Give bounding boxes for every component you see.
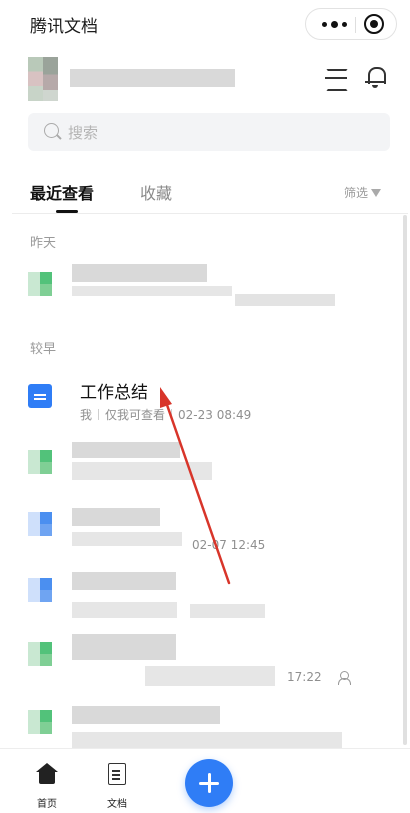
more-icon[interactable] — [316, 9, 352, 39]
user-row — [0, 55, 410, 105]
blurred-meta — [235, 294, 335, 306]
search-icon — [44, 123, 59, 138]
doc-title: 工作总结 — [80, 383, 148, 403]
blurred-username — [70, 69, 235, 87]
doc-icon — [28, 710, 52, 734]
tabs-divider — [12, 213, 408, 214]
capsule-divider — [355, 17, 356, 33]
tab-docs-label: 文档 — [107, 799, 127, 810]
tab-home-label: 首页 — [37, 799, 57, 810]
home-icon — [36, 763, 58, 785]
doc-icon — [28, 642, 52, 666]
add-button[interactable] — [185, 759, 233, 807]
list-item[interactable] — [0, 568, 410, 628]
doc-permission: 仅我可查看 — [105, 408, 166, 422]
blurred-meta — [190, 604, 265, 618]
list-item[interactable]: 02-07 12:45 — [0, 500, 410, 560]
doc-time: 17:22 — [287, 670, 322, 684]
doc-meta: 我 仅我可查看 02-23 08:49 — [80, 406, 251, 423]
search-placeholder: 搜索 — [68, 124, 99, 142]
blurred-title — [72, 572, 176, 590]
title-bar: 腾讯文档 — [0, 0, 410, 50]
section-label-earlier: 较早 — [30, 342, 57, 357]
app-title: 腾讯文档 — [30, 17, 98, 37]
doc-owner: 我 — [80, 408, 93, 422]
doc-time: 02-23 08:49 — [178, 407, 252, 422]
tab-favorites[interactable]: 收藏 — [140, 180, 172, 204]
doc-time: 02-07 12:45 — [192, 538, 266, 552]
filter-label: 筛选 — [344, 186, 369, 200]
mini-program-capsule — [305, 8, 397, 40]
collaborator-icon — [338, 671, 352, 685]
blurred-meta — [72, 286, 232, 296]
blurred-meta — [72, 602, 177, 618]
blurred-meta — [72, 532, 182, 546]
blurred-title — [72, 706, 220, 724]
scan-icon[interactable] — [325, 69, 348, 91]
list-item[interactable] — [0, 262, 410, 322]
blurred-meta — [145, 666, 275, 686]
filter-button[interactable]: 筛选 — [344, 184, 382, 201]
section-label-yesterday: 昨天 — [30, 236, 57, 251]
tab-recent[interactable]: 最近查看 — [30, 180, 94, 204]
list-item[interactable]: 17:22 — [0, 630, 410, 690]
bell-icon[interactable] — [365, 65, 386, 89]
plus-icon — [199, 773, 219, 793]
blurred-meta — [72, 732, 342, 748]
bottom-tab-bar: 首页 文档 — [0, 748, 410, 813]
tabs: 最近查看 收藏 筛选 — [0, 170, 410, 214]
list-item[interactable] — [0, 440, 410, 500]
meta-divider — [171, 409, 173, 420]
doc-file-icon — [28, 384, 52, 408]
scrollbar[interactable] — [403, 215, 407, 745]
target-icon[interactable] — [364, 14, 384, 34]
avatar[interactable] — [28, 57, 58, 101]
blurred-title — [72, 264, 207, 282]
blurred-meta — [72, 462, 212, 480]
list-item[interactable]: 工作总结 我 仅我可查看 02-23 08:49 — [0, 378, 410, 438]
blurred-title — [72, 508, 160, 526]
blurred-title — [72, 634, 176, 660]
blurred-title — [72, 442, 180, 458]
doc-icon — [28, 272, 52, 296]
filter-icon — [371, 188, 382, 197]
doc-icon — [28, 512, 52, 536]
document-icon — [108, 763, 126, 785]
meta-divider — [98, 409, 100, 420]
doc-icon — [28, 578, 52, 602]
search-input[interactable]: 搜索 — [28, 113, 390, 151]
doc-icon — [28, 450, 52, 474]
